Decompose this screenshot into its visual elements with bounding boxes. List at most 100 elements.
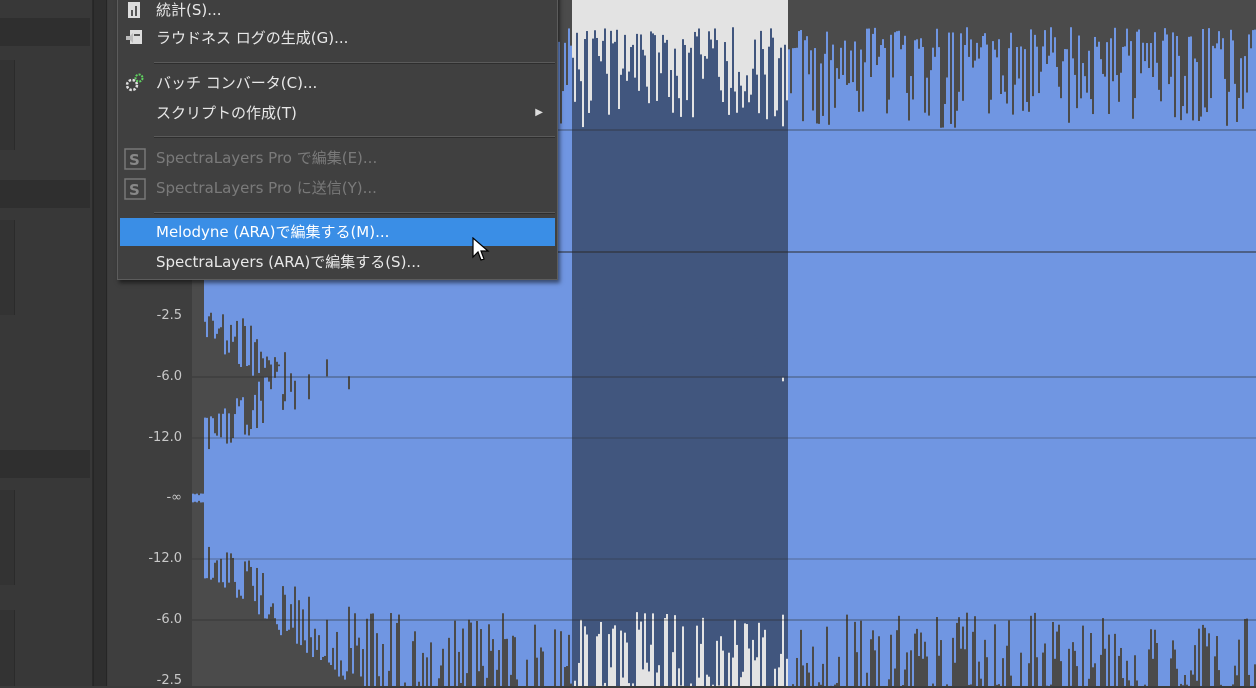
waveform-bar	[602, 310, 604, 686]
waveform-bar	[374, 291, 376, 686]
waveform-bar	[228, 413, 230, 583]
waveform-bar	[756, 338, 758, 658]
menu-item-create-script[interactable]: スクリプトの作成(T) ▶	[120, 99, 555, 127]
waveform-bar	[1160, 306, 1162, 686]
menu-item-label: Melodyne (ARA)で編集する(M)...	[156, 223, 390, 241]
waveform-bar	[774, 327, 776, 669]
waveform-bar	[408, 309, 410, 686]
waveform-bar	[950, 291, 952, 686]
waveform-bar	[720, 359, 722, 637]
panel-section	[0, 490, 15, 585]
waveform-bar	[666, 381, 668, 615]
waveform-bar	[908, 292, 910, 686]
menu-item-statistics[interactable]: 統計(S)...	[120, 0, 555, 24]
menu-item-batch-converter[interactable]: バッチ コンバータ(C)...	[120, 69, 555, 97]
waveform-bar	[370, 382, 372, 614]
waveform-bar	[364, 301, 366, 686]
waveform-bar	[572, 302, 574, 686]
waveform-bar	[452, 309, 454, 686]
waveform-bar	[470, 373, 472, 623]
waveform-bar	[196, 493, 198, 503]
waveform-bar	[1156, 352, 1158, 644]
waveform-bar	[286, 365, 288, 631]
waveform-bar	[406, 308, 408, 686]
waveform-bar	[1238, 356, 1240, 640]
waveform-bar	[492, 356, 494, 640]
waveform-bar	[886, 298, 888, 686]
waveform-bar	[730, 292, 732, 686]
waveform-bar	[922, 337, 924, 659]
waveform-bar	[900, 309, 902, 686]
waveform-bar	[558, 293, 560, 686]
waveform-bar	[1186, 311, 1188, 685]
waveform-bar	[324, 340, 326, 656]
waveform-bar	[278, 366, 280, 630]
waveform-bar	[458, 344, 460, 652]
menu-item-label: バッチ コンバータ(C)...	[156, 74, 318, 92]
waveform-bar	[712, 311, 714, 685]
waveform-bar	[848, 295, 850, 686]
waveform-bar	[1216, 359, 1218, 637]
waveform-bar	[1070, 310, 1072, 686]
waveform-bar	[830, 310, 832, 686]
waveform-bar	[840, 304, 842, 686]
waveform-bar	[338, 319, 340, 677]
waveform-bar	[438, 317, 440, 679]
waveform-bar	[786, 337, 788, 659]
waveform-bar	[1010, 320, 1012, 676]
waveform-bar	[740, 318, 742, 678]
waveform-bar	[1056, 364, 1058, 632]
waveform-bar	[1034, 383, 1036, 613]
waveform-bar	[776, 308, 778, 686]
waveform-bar	[962, 369, 964, 627]
waveform-bar	[728, 343, 730, 653]
menu-item-loudness-log[interactable]: ラウドネス ログの生成(G)...	[120, 24, 555, 52]
waveform-bar	[412, 354, 414, 642]
left-panel	[0, 0, 93, 686]
waveform-bar	[542, 344, 544, 652]
waveform-bar	[246, 424, 248, 572]
svg-text:S: S	[129, 151, 140, 169]
waveform-bar	[584, 369, 586, 627]
waveform-bar	[706, 321, 708, 675]
waveform-bar	[964, 346, 966, 650]
panel-header	[0, 18, 90, 46]
waveform-bar	[1062, 307, 1064, 686]
waveform-bar	[1150, 366, 1152, 630]
waveform-bar	[506, 357, 508, 639]
waveform-bar	[892, 304, 894, 686]
waveform-bar	[366, 377, 368, 619]
waveform-bar	[544, 306, 546, 686]
waveform-bar	[986, 338, 988, 658]
waveform-bar	[792, 311, 794, 685]
waveform-bar	[570, 312, 572, 684]
waveform-bar	[244, 434, 246, 562]
waveform-bar	[486, 318, 488, 678]
waveform-bar	[1096, 299, 1098, 686]
waveform-bar	[684, 307, 686, 686]
waveform-bar	[1206, 349, 1208, 647]
waveform-bar	[386, 306, 388, 686]
waveform-bar	[488, 371, 490, 625]
waveform-bar	[682, 369, 684, 627]
waveform-bar	[872, 365, 874, 631]
waveform-bar	[894, 327, 896, 669]
waveform-bar	[442, 347, 444, 649]
waveform-bar	[352, 322, 354, 674]
waveform-bar	[390, 382, 392, 614]
waveform-bar	[596, 359, 598, 637]
waveform-bar	[392, 307, 394, 686]
waveform-bar	[316, 346, 318, 650]
waveform-bar	[434, 292, 436, 686]
waveform-bar	[394, 307, 396, 686]
waveform-bar	[622, 318, 624, 678]
waveform-bar	[1240, 300, 1242, 686]
waveform-bar	[726, 295, 728, 686]
waveform-bar	[788, 295, 790, 686]
waveform-bar	[738, 309, 740, 686]
waveform-bar	[762, 358, 764, 638]
waveform-bar	[1222, 304, 1224, 686]
waveform-bar	[242, 397, 244, 599]
waveform-bar	[824, 292, 826, 686]
panel-splitter[interactable]	[93, 0, 107, 686]
